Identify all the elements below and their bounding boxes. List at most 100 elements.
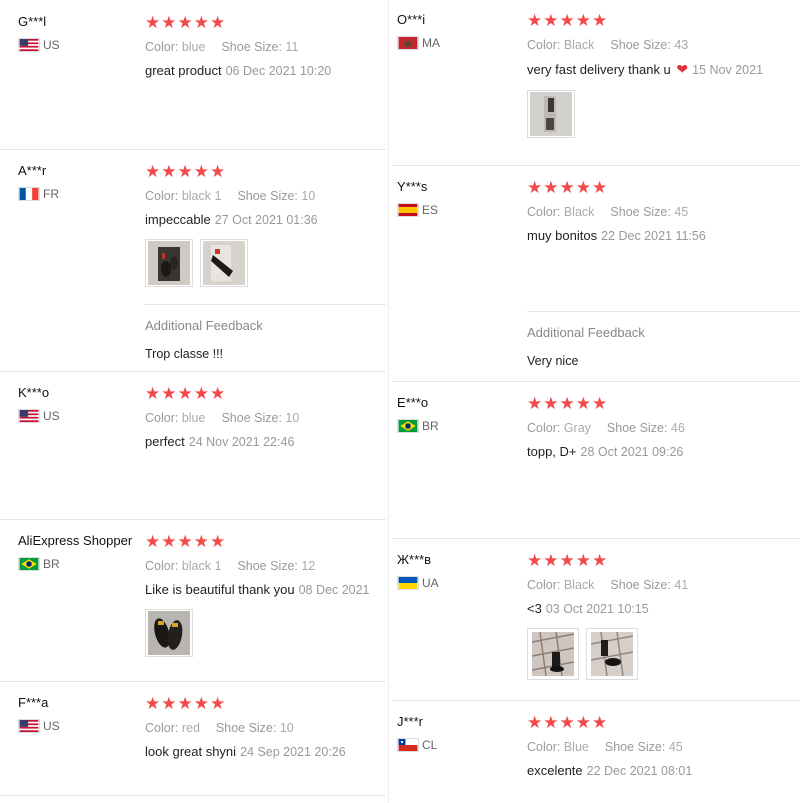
product-attributes: Color: blue Shoe Size: 11	[145, 40, 299, 54]
country-code: US	[43, 409, 60, 423]
country-code: CL	[422, 738, 438, 752]
review-card: J***r CL ★★★★★ Color: Blue Shoe Size: 45 …	[392, 700, 800, 795]
review-date: 15 Nov 2021	[692, 63, 764, 77]
product-attributes: Color: black 1 Shoe Size: 12	[145, 559, 316, 573]
review-text: <3 03 Oct 2021 10:15	[527, 601, 649, 616]
review-date: 27 Oct 2021 01:36	[214, 213, 318, 227]
star-rating: ★★★★★	[527, 394, 609, 413]
product-attributes: Color: Blue Shoe Size: 45	[527, 740, 683, 754]
us-flag-icon	[18, 38, 40, 52]
review-photos	[527, 628, 800, 680]
review-body: ★★★★★ Color: Black Shoe Size: 41 <3 03 Oct…	[527, 552, 800, 680]
product-attributes: Color: black 1 Shoe Size: 10	[145, 189, 316, 203]
heart-icon: ❤	[676, 61, 689, 77]
review-text: Like is beautiful thank you 08 Dec 2021	[145, 582, 370, 597]
review-body: ★★★★★ Color: Gray Shoe Size: 46 topp, D+ 2…	[527, 394, 800, 460]
review-body: ★★★★★ Color: red Shoe Size: 10 look great…	[145, 695, 386, 760]
review-date: 08 Dec 2021	[298, 583, 370, 597]
review-photo-thumbnail[interactable]	[586, 628, 638, 680]
br-flag-icon	[397, 419, 419, 433]
star-rating: ★★★★★	[145, 532, 227, 551]
review-text: look great shyni 24 Sep 2021 20:26	[145, 744, 346, 759]
reviewer-name: G***l	[18, 14, 47, 29]
star-rating: ★★★★★	[527, 11, 609, 30]
review-photo-thumbnail[interactable]	[145, 239, 193, 287]
star-rating: ★★★★★	[527, 178, 609, 197]
product-attributes: Color: Black Shoe Size: 41	[527, 578, 689, 592]
review-photo-thumbnail[interactable]	[527, 628, 579, 680]
review-date: 24 Sep 2021 20:26	[240, 745, 346, 759]
additional-feedback-label: Additional Feedback	[527, 325, 645, 340]
review-photo-thumbnail[interactable]	[527, 90, 575, 138]
review-card: F***a US ★★★★★ Color: red Shoe Size: 10 l…	[0, 681, 386, 796]
review-date: 22 Dec 2021 08:01	[586, 764, 693, 778]
review-photos	[145, 609, 386, 657]
product-attributes: Color: Gray Shoe Size: 46	[527, 421, 685, 435]
reviewer-name: AliExpress Shopper	[18, 533, 133, 548]
review-text: impeccable 27 Oct 2021 01:36	[145, 212, 318, 227]
review-body: ★★★★★ Color: Black Shoe Size: 43 very fas…	[527, 12, 800, 138]
reviewer-name: J***r	[397, 714, 424, 729]
reviewer-info: Ж***в UA	[397, 552, 439, 590]
product-attributes: Color: blue Shoe Size: 10	[145, 411, 300, 425]
reviewer-info: J***r CL	[397, 714, 437, 752]
review-body: ★★★★★ Color: blue Shoe Size: 10 perfect 24…	[145, 384, 386, 450]
es-flag-icon	[397, 203, 419, 217]
reviewer-info: O***i MA	[397, 12, 440, 50]
review-card: Ж***в UA ★★★★★ Color: Black Shoe Size: 41…	[392, 538, 800, 701]
column-divider	[388, 0, 389, 803]
review-text: perfect 24 Nov 2021 22:46	[145, 434, 295, 449]
review-date: 28 Oct 2021 09:26	[580, 445, 684, 459]
review-photo-thumbnail[interactable]	[200, 239, 248, 287]
us-flag-icon	[18, 719, 40, 733]
reviewer-name: K***o	[18, 385, 50, 400]
reviewer-info: AliExpress Shopper BR	[18, 533, 132, 571]
review-photos	[145, 239, 386, 287]
country-code: US	[43, 719, 60, 733]
product-attributes: Color: red Shoe Size: 10	[145, 721, 294, 735]
reviewer-info: G***l US	[18, 14, 60, 52]
review-photos	[527, 90, 800, 138]
product-attributes: Color: Black Shoe Size: 45	[527, 205, 689, 219]
reviewer-name: Ж***в	[397, 552, 432, 567]
review-body: ★★★★★ Color: black 1 Shoe Size: 12 Like i…	[145, 533, 386, 657]
fr-flag-icon	[18, 187, 40, 201]
reviewer-info: A***r FR	[18, 163, 59, 201]
additional-feedback-text: Very nice	[527, 354, 579, 368]
country-code: BR	[422, 419, 439, 433]
review-card: K***o US ★★★★★ Color: blue Shoe Size: 10 …	[0, 371, 386, 520]
review-date: 06 Dec 2021 10:20	[225, 64, 332, 78]
review-body: ★★★★★ Color: black 1 Shoe Size: 10 impecc…	[145, 163, 386, 287]
reviewer-name: A***r	[18, 163, 47, 178]
review-date: 22 Dec 2021 11:56	[601, 229, 706, 243]
review-text: excelente 22 Dec 2021 08:01	[527, 763, 693, 778]
star-rating: ★★★★★	[527, 713, 609, 732]
reviewer-info: K***o US	[18, 385, 60, 423]
review-card: A***r FR ★★★★★ Color: black 1 Shoe Size: …	[0, 149, 386, 372]
country-code: FR	[43, 187, 59, 201]
country-code: ES	[422, 203, 439, 217]
reviewer-name: Y***s	[397, 179, 428, 194]
review-card: AliExpress Shopper BR ★★★★★ Color: black…	[0, 519, 386, 682]
additional-feedback: Additional Feedback Very nice	[527, 311, 800, 368]
review-card: G***l US ★★★★★ Color: blue Shoe Size: 11 …	[0, 0, 386, 150]
country-code: UA	[422, 576, 439, 590]
country-code: MA	[422, 36, 440, 50]
reviewer-info: Y***s ES	[397, 179, 438, 217]
review-card: E***o BR ★★★★★ Color: Gray Shoe Size: 46 …	[392, 381, 800, 539]
review-text: topp, D+ 28 Oct 2021 09:26	[527, 444, 684, 459]
star-rating: ★★★★★	[145, 384, 227, 403]
ua-flag-icon	[397, 576, 419, 590]
review-body: ★★★★★ Color: blue Shoe Size: 11 great pro…	[145, 14, 386, 79]
country-code: BR	[43, 557, 60, 571]
review-card: Y***s ES ★★★★★ Color: Black Shoe Size: 45…	[392, 165, 800, 382]
reviewer-info: F***a US	[18, 695, 60, 733]
reviewer-name: O***i	[397, 12, 426, 27]
review-photo-thumbnail[interactable]	[145, 609, 193, 657]
review-text: muy bonitos 22 Dec 2021 11:56	[527, 228, 706, 243]
us-flag-icon	[18, 409, 40, 423]
reviewer-info: E***o BR	[397, 395, 439, 433]
review-card: O***i MA ★★★★★ Color: Black Shoe Size: 43…	[392, 0, 800, 166]
additional-feedback: Additional Feedback Trop classe !!!	[145, 304, 386, 361]
product-attributes: Color: Black Shoe Size: 43	[527, 38, 689, 52]
